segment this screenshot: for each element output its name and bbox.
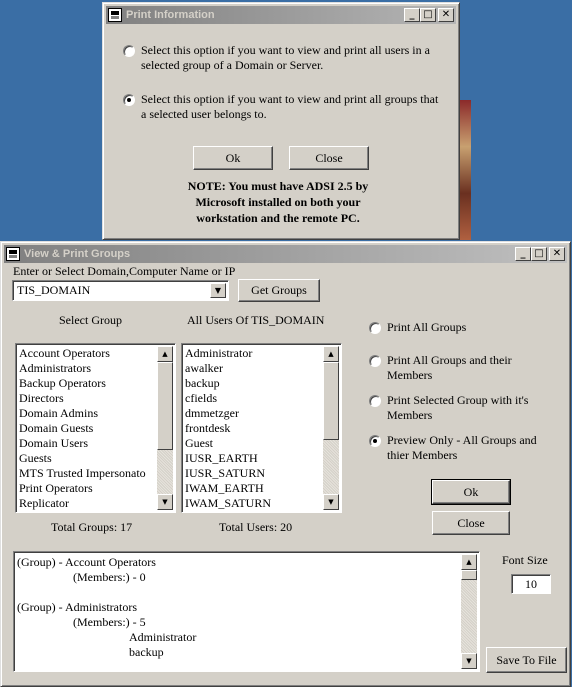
scroll-thumb[interactable] [157, 362, 173, 450]
list-item[interactable]: Backup Operators [19, 376, 157, 391]
adsi-note: NOTE: You must have ADSI 2.5 by Microsof… [187, 179, 369, 225]
users-listbox[interactable]: Administrator awalker backup cfields dmmetzg… [181, 343, 342, 513]
preview-line: backup [129, 645, 164, 659]
window-title: View & Print Groups [24, 248, 131, 260]
list-item[interactable]: Guests [19, 451, 157, 466]
total-users: Total Users: 20 [219, 520, 293, 534]
option-print-selected-group[interactable]: Print Selected Group with it's Members [369, 393, 549, 423]
list-item[interactable]: MTS Trusted Impersonato [19, 466, 157, 481]
preview-line: (Group) - Administrators [17, 600, 137, 614]
option-users-in-group[interactable]: Select this option if you want to view a… [123, 43, 443, 73]
select-group-header: Select Group [59, 313, 122, 327]
close-icon[interactable]: ✕ [549, 247, 565, 261]
preview-line: (Group) - Account Operators [17, 555, 156, 569]
list-item[interactable]: frontdesk [185, 421, 323, 436]
window-title: Print Information [126, 9, 215, 21]
preview-line [17, 585, 461, 600]
list-item[interactable]: Domain Guests [19, 421, 157, 436]
list-item[interactable]: IUSR_SATURN [185, 466, 323, 481]
scroll-down-icon[interactable]: ▼ [461, 653, 477, 669]
font-size-input[interactable]: 10 [511, 574, 551, 594]
all-users-header: All Users Of TIS_DOMAIN [187, 313, 325, 327]
option-groups-of-user[interactable]: Select this option if you want to view a… [123, 92, 443, 122]
close-button[interactable]: Close [432, 511, 510, 535]
list-item[interactable]: IUSR_EARTH [185, 451, 323, 466]
scroll-up-icon[interactable]: ▲ [323, 346, 339, 362]
preview-line: Administrator [129, 630, 197, 644]
option-label: Preview Only - All Groups and thier Memb… [387, 433, 537, 462]
printer-icon [108, 8, 122, 22]
list-item[interactable]: Guest [185, 436, 323, 451]
users-list-items: Administrator awalker backup cfields dmmetzg… [185, 346, 323, 510]
list-item[interactable]: Print Operators [19, 481, 157, 496]
print-information-titlebar[interactable]: Print Information _ □ ✕ [106, 6, 456, 24]
font-size-label: Font Size [502, 553, 548, 567]
list-item[interactable]: cfields [185, 391, 323, 406]
option-users-label: Select this option if you want to view a… [141, 43, 430, 72]
print-info-ok-button[interactable]: Ok [193, 146, 273, 170]
scroll-up-icon[interactable]: ▲ [461, 554, 477, 570]
list-item[interactable]: Replicator [19, 496, 157, 510]
list-item[interactable]: IWAM_EARTH [185, 481, 323, 496]
background-window-fragment [459, 100, 471, 240]
list-item[interactable]: Administrators [19, 361, 157, 376]
save-to-file-button[interactable]: Save To File [486, 647, 567, 673]
printer-icon [6, 247, 20, 261]
groups-list-items: Account Operators Administrators Backup Op… [19, 346, 157, 510]
option-label: Print All Groups and their Members [387, 353, 512, 382]
domain-value: TIS_DOMAIN [17, 283, 91, 297]
domain-combobox[interactable]: TIS_DOMAIN ▼ [12, 280, 229, 301]
view-print-groups-titlebar[interactable]: View & Print Groups _ □ ✕ [4, 245, 567, 263]
radio-print-groups-members[interactable] [369, 355, 381, 367]
domain-prompt: Enter or Select Domain,Computer Name or … [13, 264, 236, 278]
list-item[interactable]: backup [185, 376, 323, 391]
list-item[interactable]: Directors [19, 391, 157, 406]
get-groups-button[interactable]: Get Groups [238, 279, 320, 302]
font-size-value: 10 [525, 577, 537, 591]
preview-line: (Members:) - 5 [73, 615, 146, 629]
total-groups: Total Groups: 17 [51, 520, 133, 534]
preview-scrollbar[interactable]: ▲ ▼ [461, 554, 477, 669]
list-item[interactable]: awalker [185, 361, 323, 376]
option-preview-only[interactable]: Preview Only - All Groups and thier Memb… [369, 433, 559, 463]
print-information-window: Print Information _ □ ✕ Select this opti… [102, 2, 460, 240]
option-label: Print All Groups [387, 320, 467, 334]
radio-preview-only[interactable] [369, 435, 381, 447]
maximize-icon[interactable]: □ [420, 8, 436, 22]
option-label: Print Selected Group with it's Members [387, 393, 529, 422]
print-info-close-button[interactable]: Close [289, 146, 369, 170]
preview-textarea[interactable]: (Group) - Account Operators (Members:) -… [13, 551, 480, 672]
radio-groups-of-user[interactable] [123, 94, 135, 106]
groups-listbox[interactable]: Account Operators Administrators Backup Op… [15, 343, 176, 513]
ok-button[interactable]: Ok [431, 479, 511, 505]
minimize-icon[interactable]: _ [515, 247, 531, 261]
scroll-thumb[interactable] [323, 362, 339, 440]
chevron-down-icon[interactable]: ▼ [210, 283, 226, 298]
list-item[interactable]: dmmetzger [185, 406, 323, 421]
preview-content: (Group) - Account Operators (Members:) -… [17, 555, 461, 669]
groups-scrollbar[interactable]: ▲ ▼ [157, 346, 173, 510]
option-print-groups-members[interactable]: Print All Groups and their Members [369, 353, 544, 383]
option-groups-label: Select this option if you want to view a… [141, 92, 439, 121]
close-icon[interactable]: ✕ [438, 8, 454, 22]
view-print-groups-window: View & Print Groups _ □ ✕ Enter or Selec… [0, 241, 571, 687]
list-item[interactable]: Domain Users [19, 436, 157, 451]
scroll-up-icon[interactable]: ▲ [157, 346, 173, 362]
maximize-icon[interactable]: □ [531, 247, 547, 261]
radio-print-selected-group[interactable] [369, 395, 381, 407]
scroll-thumb[interactable] [461, 570, 477, 580]
list-item[interactable]: Account Operators [19, 346, 157, 361]
scroll-down-icon[interactable]: ▼ [157, 494, 173, 510]
list-item[interactable]: IWAM_SATURN [185, 496, 323, 510]
radio-print-all-groups[interactable] [369, 322, 381, 334]
preview-line: (Members:) - 0 [73, 570, 146, 584]
list-item[interactable]: Domain Admins [19, 406, 157, 421]
radio-users-in-group[interactable] [123, 45, 135, 57]
option-print-all-groups[interactable]: Print All Groups [369, 320, 559, 335]
scroll-down-icon[interactable]: ▼ [323, 494, 339, 510]
minimize-icon[interactable]: _ [404, 8, 420, 22]
users-scrollbar[interactable]: ▲ ▼ [323, 346, 339, 510]
list-item[interactable]: Administrator [185, 346, 323, 361]
